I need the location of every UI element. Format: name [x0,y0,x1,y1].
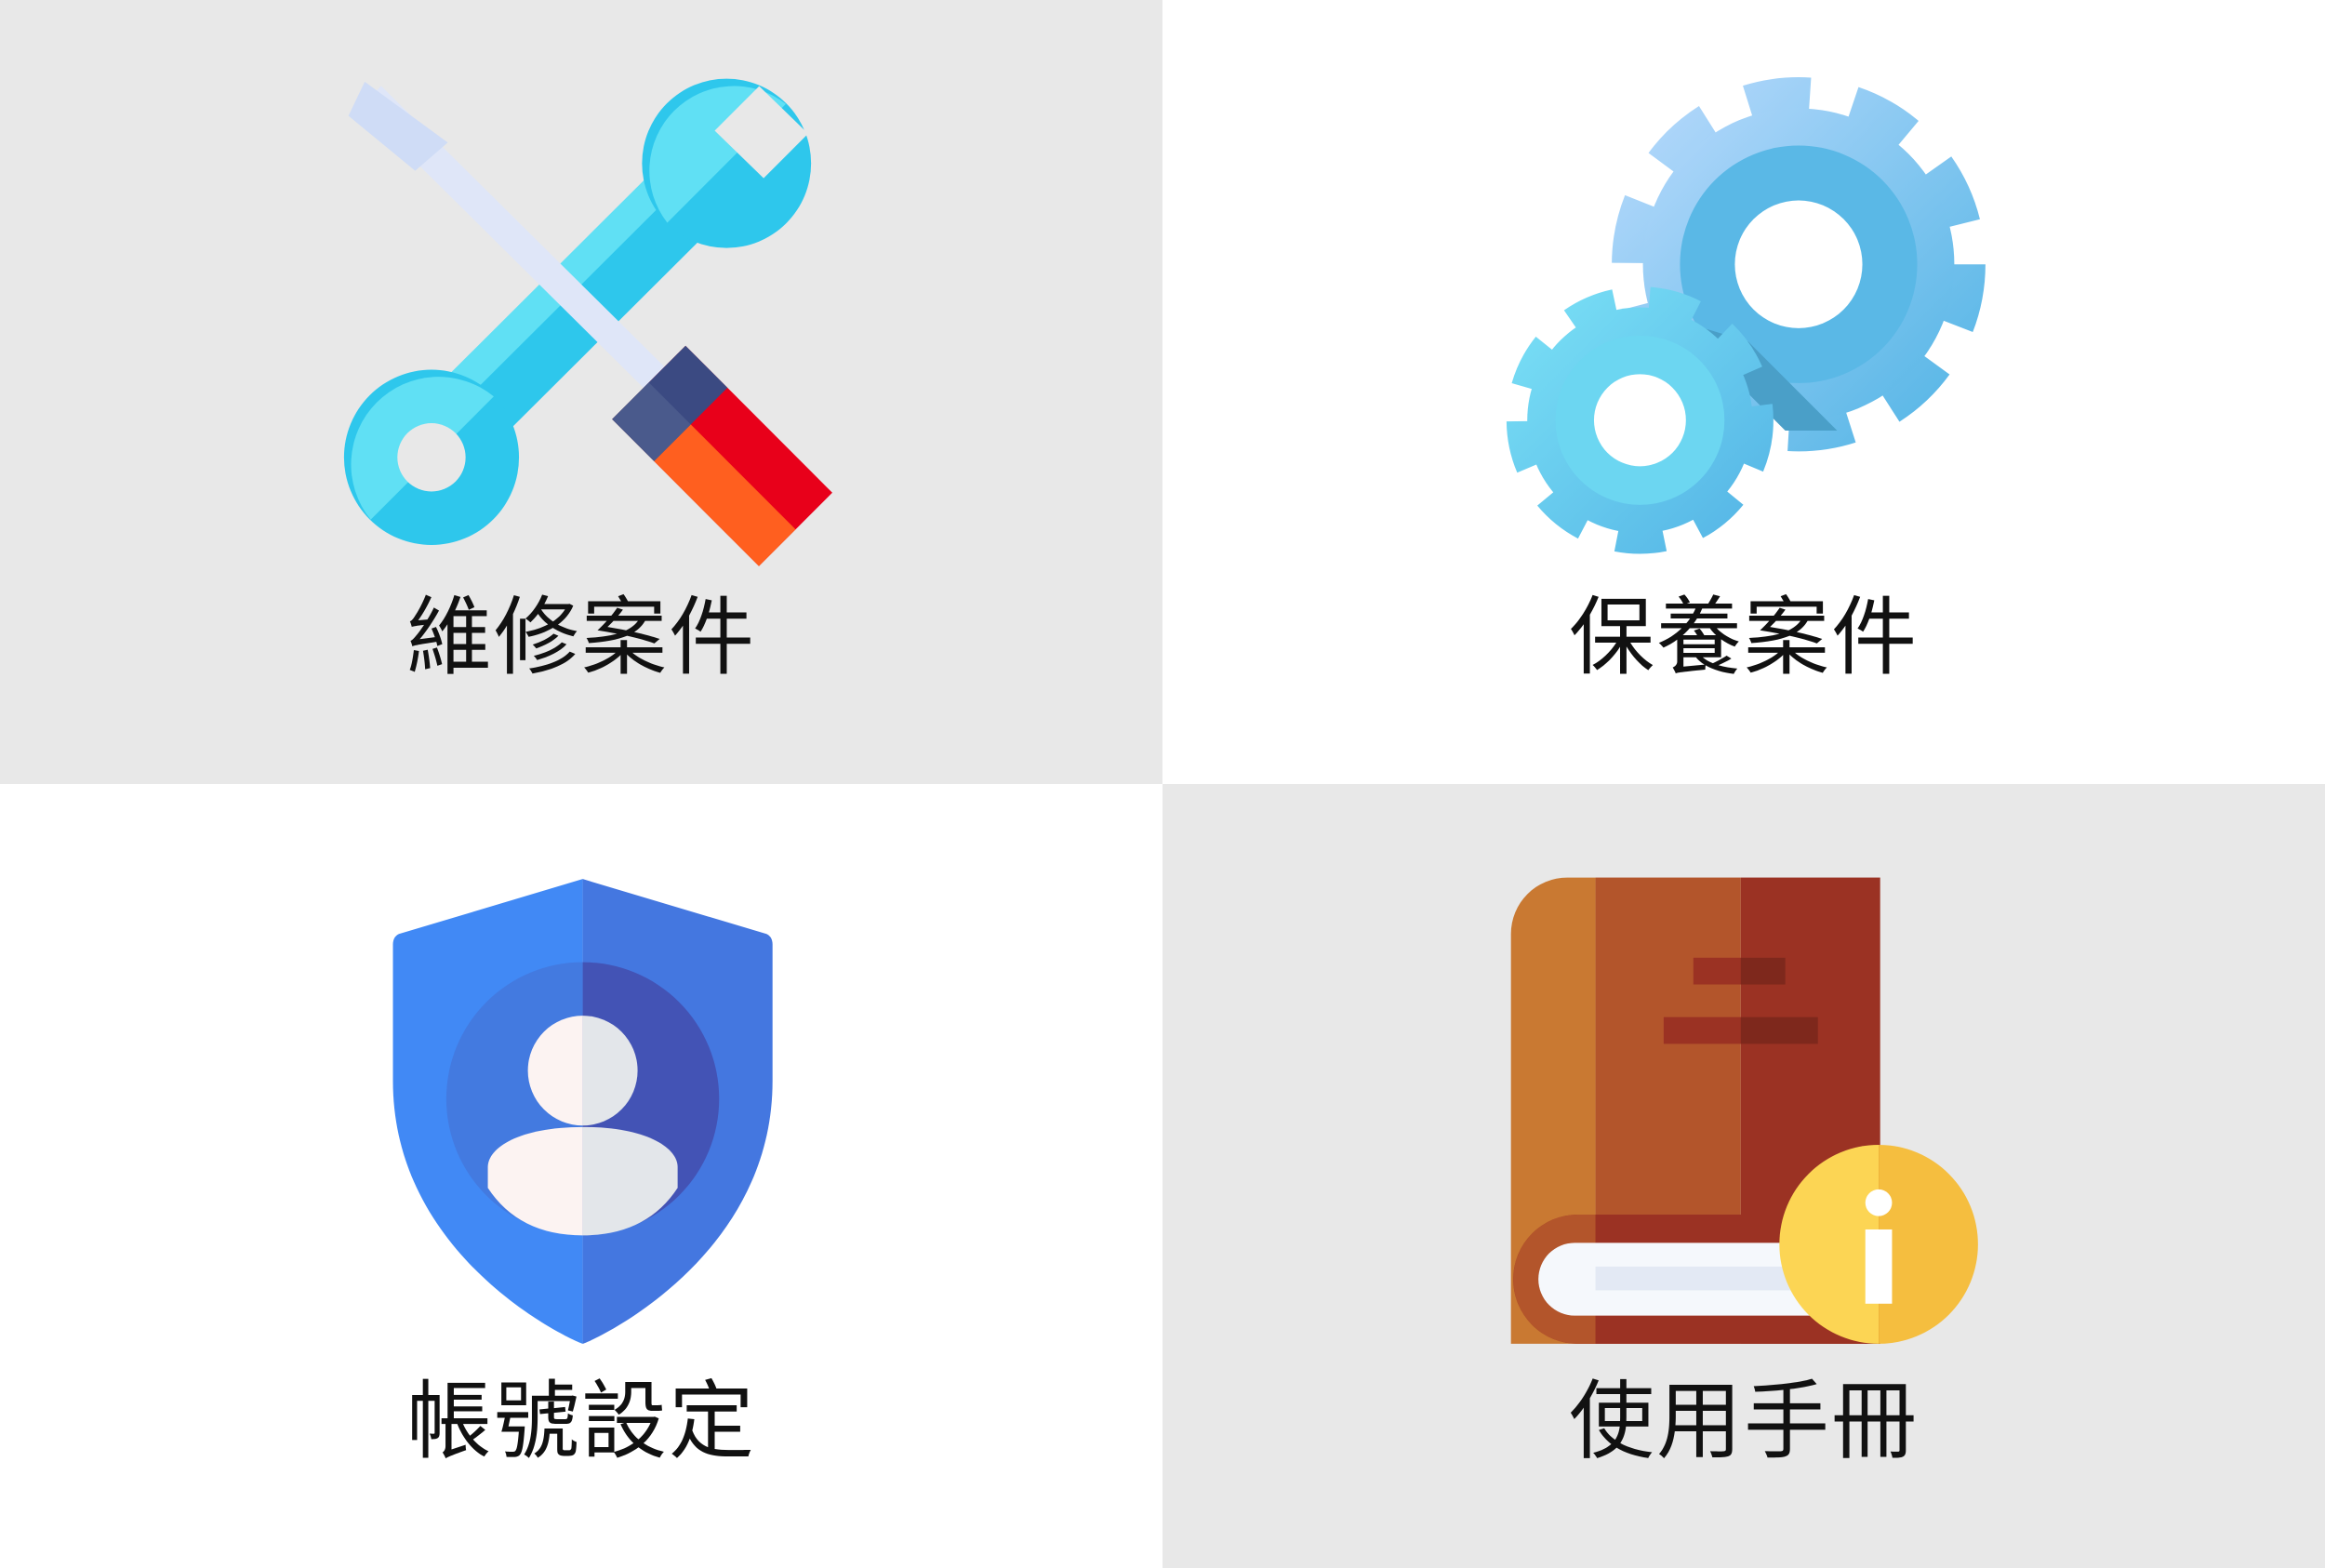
tile-label: 使用手冊 [1568,1372,1919,1471]
tile-label: 維修案件 [405,588,756,687]
tile-label: 保養案件 [1568,588,1919,687]
tile-user-manual[interactable]: 使用手冊 [1162,784,2325,1568]
tile-maintenance-cases[interactable]: 保養案件 [1162,0,2325,784]
menu-grid: 維修案件 保養案件 帳號設定 使用手冊 [0,0,2325,1568]
tile-account-settings[interactable]: 帳號設定 [0,784,1162,1568]
tile-repair-cases[interactable]: 維修案件 [0,0,1162,784]
tile-label: 帳號設定 [405,1372,756,1471]
